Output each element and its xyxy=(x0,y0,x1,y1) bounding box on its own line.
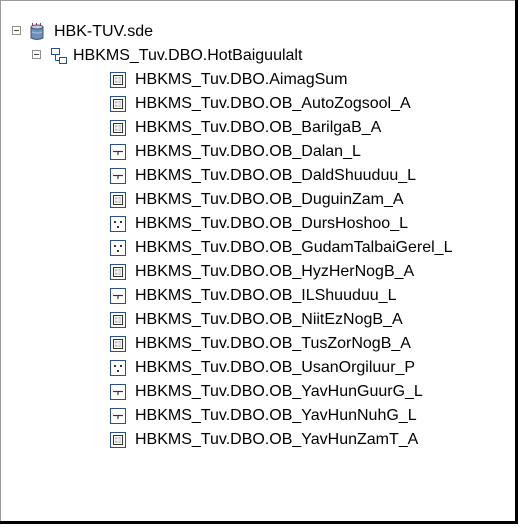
line-feature-class-icon xyxy=(109,407,127,425)
tree-node-label: HBKMS_Tuv.DBO.OB_HyzHerNogB_A xyxy=(135,263,415,280)
tree-node-label: HBKMS_Tuv.DBO.OB_YavHunNuhG_L xyxy=(135,407,417,424)
tree-node-feature-class[interactable]: HBKMS_Tuv.DBO.OB_BarilgaB_A xyxy=(1,116,515,140)
point-feature-class-icon xyxy=(109,215,127,233)
tree-node-label: HBKMS_Tuv.DBO.OB_TusZorNogB_A xyxy=(135,335,411,352)
database-icon xyxy=(28,23,46,41)
tree-node-label: HBKMS_Tuv.DBO.OB_GudamTalbaiGerel_L xyxy=(135,239,453,256)
tree-node-feature-class[interactable]: HBKMS_Tuv.DBO.AimagSum xyxy=(1,68,515,92)
tree-node-label: HBKMS_Tuv.DBO.HotBaiguulalt xyxy=(73,47,303,64)
catalog-tree: HBK-TUV.sde HBKMS_Tuv.DBO.HotBaiguulalt … xyxy=(1,20,515,452)
tree-node-feature-class[interactable]: HBKMS_Tuv.DBO.OB_HyzHerNogB_A xyxy=(1,260,515,284)
collapse-toggle[interactable] xyxy=(12,26,21,35)
tree-node-feature-class[interactable]: HBKMS_Tuv.DBO.OB_AutoZogsool_A xyxy=(1,92,515,116)
polygon-feature-class-icon xyxy=(109,119,127,137)
line-feature-class-icon xyxy=(109,287,127,305)
point-feature-class-icon xyxy=(109,359,127,377)
point-feature-class-icon xyxy=(109,239,127,257)
tree-node-label: HBKMS_Tuv.DBO.OB_Dalan_L xyxy=(135,143,361,160)
tree-node-label: HBKMS_Tuv.DBO.OB_AutoZogsool_A xyxy=(135,95,411,112)
feature-dataset-icon xyxy=(50,47,68,65)
tree-node-label: HBKMS_Tuv.DBO.OB_NiitEzNogB_A xyxy=(135,311,403,328)
polygon-feature-class-icon xyxy=(109,71,127,89)
tree-node-label: HBKMS_Tuv.DBO.OB_DaldShuuduu_L xyxy=(135,167,417,184)
tree-node-feature-class[interactable]: HBKMS_Tuv.DBO.OB_DursHoshoo_L xyxy=(1,212,515,236)
collapse-toggle[interactable] xyxy=(32,50,41,59)
tree-node-feature-class[interactable]: HBKMS_Tuv.DBO.OB_GudamTalbaiGerel_L xyxy=(1,236,515,260)
tree-node-label: HBKMS_Tuv.DBO.OB_UsanOrgiluur_P xyxy=(135,359,416,376)
tree-node-label: HBKMS_Tuv.DBO.OB_YavHunZamT_A xyxy=(135,431,419,448)
line-feature-class-icon xyxy=(109,143,127,161)
tree-view-area: HBK-TUV.sde HBKMS_Tuv.DBO.HotBaiguulalt … xyxy=(0,0,515,521)
tree-node-label: HBKMS_Tuv.DBO.OB_DursHoshoo_L xyxy=(135,215,408,232)
line-feature-class-icon xyxy=(109,383,127,401)
tree-node-root[interactable]: HBK-TUV.sde xyxy=(1,20,515,44)
tree-node-dataset[interactable]: HBKMS_Tuv.DBO.HotBaiguulalt xyxy=(1,44,515,68)
polygon-feature-class-icon xyxy=(109,335,127,353)
tree-node-feature-class[interactable]: HBKMS_Tuv.DBO.OB_DaldShuuduu_L xyxy=(1,164,515,188)
tree-node-label: HBKMS_Tuv.DBO.OB_YavHunGuurG_L xyxy=(135,383,423,400)
tree-node-label: HBKMS_Tuv.DBO.AimagSum xyxy=(135,71,348,88)
polygon-feature-class-icon xyxy=(109,431,127,449)
tree-node-label: HBKMS_Tuv.DBO.OB_BarilgaB_A xyxy=(135,119,382,136)
tree-node-feature-class[interactable]: HBKMS_Tuv.DBO.OB_Dalan_L xyxy=(1,140,515,164)
tree-node-label: HBKMS_Tuv.DBO.OB_ILShuuduu_L xyxy=(135,287,397,304)
tree-node-label: HBK-TUV.sde xyxy=(54,23,153,40)
tree-node-feature-class[interactable]: HBKMS_Tuv.DBO.OB_YavHunZamT_A xyxy=(1,428,515,452)
tree-node-feature-class[interactable]: HBKMS_Tuv.DBO.OB_ILShuuduu_L xyxy=(1,284,515,308)
tree-node-feature-class[interactable]: HBKMS_Tuv.DBO.OB_DuguinZam_A xyxy=(1,188,515,212)
polygon-feature-class-icon xyxy=(109,191,127,209)
tree-node-label: HBKMS_Tuv.DBO.OB_DuguinZam_A xyxy=(135,191,404,208)
tree-node-feature-class[interactable]: HBKMS_Tuv.DBO.OB_NiitEzNogB_A xyxy=(1,308,515,332)
tree-node-feature-class[interactable]: HBKMS_Tuv.DBO.OB_UsanOrgiluur_P xyxy=(1,356,515,380)
tree-node-feature-class[interactable]: HBKMS_Tuv.DBO.OB_TusZorNogB_A xyxy=(1,332,515,356)
polygon-feature-class-icon xyxy=(109,263,127,281)
tree-node-feature-class[interactable]: HBKMS_Tuv.DBO.OB_YavHunGuurG_L xyxy=(1,380,515,404)
catalog-tree-panel: HBK-TUV.sde HBKMS_Tuv.DBO.HotBaiguulalt … xyxy=(0,0,518,524)
tree-node-feature-class[interactable]: HBKMS_Tuv.DBO.OB_YavHunNuhG_L xyxy=(1,404,515,428)
polygon-feature-class-icon xyxy=(109,95,127,113)
line-feature-class-icon xyxy=(109,167,127,185)
polygon-feature-class-icon xyxy=(109,311,127,329)
